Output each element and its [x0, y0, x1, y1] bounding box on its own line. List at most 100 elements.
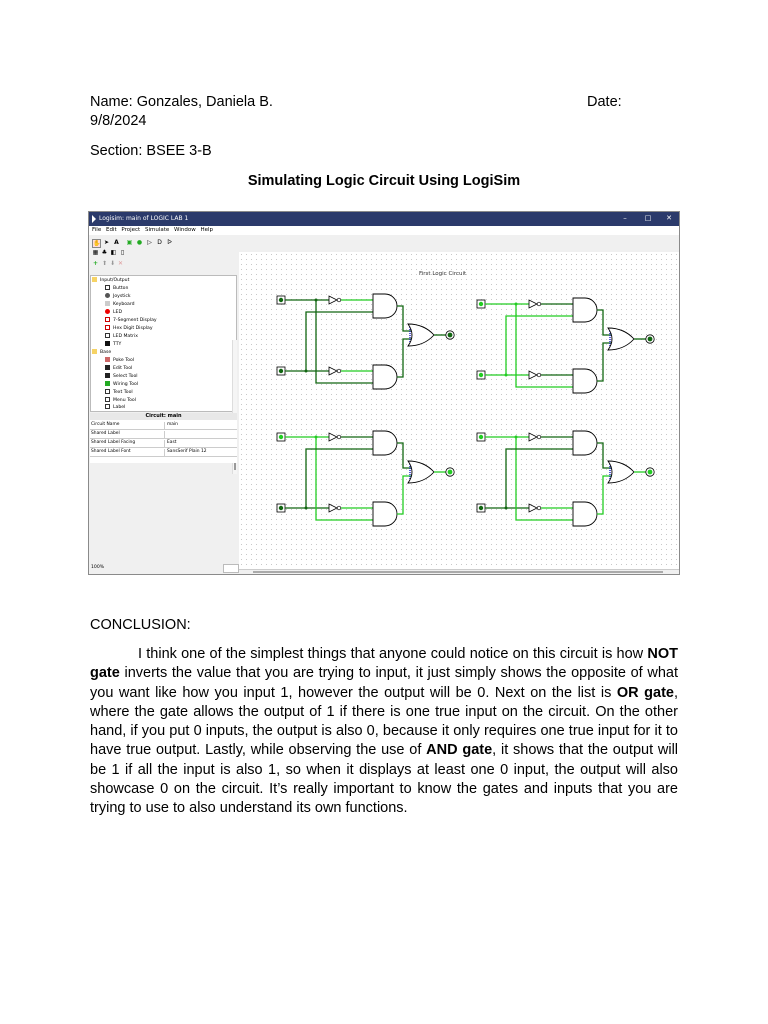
tree-item-tty[interactable]: TTY — [105, 341, 121, 348]
junction — [314, 435, 318, 439]
property-key: Circuit Name — [91, 422, 120, 427]
tree-item-led-matrix[interactable]: LED Matrix — [105, 333, 138, 340]
property-value[interactable]: East — [164, 440, 176, 447]
not-gate — [328, 366, 338, 376]
not-gate — [528, 503, 538, 513]
add-circuit-icon[interactable]: + — [92, 260, 99, 267]
not-gate — [528, 432, 538, 442]
move-down-icon[interactable]: ⬇ — [109, 260, 116, 267]
menu-project[interactable]: Project — [121, 227, 140, 233]
and-gate-icon[interactable]: D — [156, 239, 163, 246]
menu-help[interactable]: Help — [200, 227, 213, 233]
text-tool-icon[interactable]: A — [113, 239, 120, 246]
select-tool-icon[interactable]: ➤ — [103, 239, 110, 246]
text-a-icon — [105, 389, 110, 394]
canvas-scrollbar[interactable] — [239, 569, 679, 574]
move-up-icon[interactable]: ⬆ — [101, 260, 108, 267]
folder-input-output[interactable]: Input/Output — [92, 277, 129, 284]
scrollbar-thumb[interactable] — [253, 571, 663, 573]
tree-item-button[interactable]: Button — [105, 285, 128, 292]
tree-item-text[interactable]: Text Tool — [105, 389, 133, 396]
tree-item-poke[interactable]: Poke Tool — [105, 357, 134, 364]
property-value[interactable] — [164, 431, 167, 438]
tree-item-label: Edit Tool — [113, 366, 133, 371]
not-bubble — [336, 434, 342, 440]
input-pin-b-state — [478, 372, 484, 378]
menu-window[interactable]: Window — [174, 227, 196, 233]
menu-file[interactable]: File — [92, 227, 101, 233]
simulate-icon[interactable]: ▦ — [92, 249, 99, 256]
property-value[interactable]: SansSerif Plain 12 — [164, 449, 207, 456]
input-pin-a-state — [278, 297, 284, 303]
menu-edit[interactable]: Edit — [106, 227, 117, 233]
input-pin-a-state — [278, 434, 284, 440]
input-pin-a-state — [478, 301, 484, 307]
document-title: Simulating Logic Circuit Using LogiSim — [247, 173, 521, 189]
window-title: Logisim: main of LOGIC LAB 1 — [99, 215, 189, 222]
not-gate-icon[interactable]: ▷ — [146, 239, 153, 246]
tree-item-select[interactable]: Select Tool — [105, 373, 138, 380]
tree-item-label: Wiring Tool — [113, 382, 139, 387]
poke-tool-icon[interactable]: ✋ — [92, 239, 101, 248]
tree-item-label: TTY — [113, 342, 122, 347]
property-row[interactable]: Shared Label Facing East — [90, 439, 237, 448]
junction — [504, 506, 508, 510]
property-value[interactable]: main — [164, 422, 178, 429]
maximize-button[interactable]: □ — [642, 214, 654, 222]
zoom-level: 100% — [91, 565, 105, 570]
tree-item-7seg[interactable]: 7-Segment Display — [105, 317, 157, 324]
layout-icon[interactable]: ◧ — [110, 249, 117, 256]
not-bubble — [336, 297, 342, 303]
tree-item-joystick[interactable]: Joystick — [105, 293, 131, 300]
output-pin-icon[interactable]: ● — [136, 239, 143, 246]
appearance-icon[interactable]: ▯ — [119, 249, 126, 256]
tree-item-menu[interactable]: Menu Tool — [105, 397, 136, 404]
component-explorer: Input/Output Button Joystick Keyboard LE… — [90, 275, 237, 474]
folder-icon — [92, 277, 97, 282]
junction — [304, 506, 308, 510]
tree-item-edit[interactable]: Edit Tool — [105, 365, 132, 372]
minimize-button[interactable]: – — [619, 214, 631, 222]
not-gate — [328, 432, 338, 442]
property-row[interactable]: Shared Label — [90, 430, 237, 439]
delete-circuit-icon[interactable]: ✕ — [117, 260, 124, 267]
conclusion-text: I think one of the simplest things that … — [138, 646, 648, 662]
folder-label: Input/Output — [100, 278, 130, 283]
logisim-screenshot: Logisim: main of LOGIC LAB 1 – □ ✕ File … — [88, 211, 680, 575]
property-key: Shared Label Facing — [91, 440, 136, 445]
tree-item-label-tool[interactable]: Label — [105, 404, 125, 411]
menu-simulate[interactable]: Simulate — [145, 227, 169, 233]
and-gate-2 — [572, 368, 598, 394]
circuit-diagram: First Logic Circuit — [276, 271, 655, 527]
tree-item-label: Keyboard — [113, 302, 135, 307]
led-matrix-icon — [105, 333, 110, 338]
or-gate-term: OR gate — [616, 684, 674, 701]
folder-base[interactable]: Base — [92, 349, 111, 356]
tree-item-keyboard[interactable]: Keyboard — [105, 301, 135, 308]
button-icon — [105, 285, 110, 290]
close-button[interactable]: ✕ — [663, 214, 675, 222]
wiring-icon — [105, 381, 110, 386]
or-gate — [607, 460, 635, 484]
not-bubble — [536, 372, 542, 378]
zoom-control[interactable] — [223, 564, 239, 573]
output-pin-state — [447, 469, 453, 475]
section-line: Section: BSEE 3-B — [90, 143, 212, 159]
tree-item-led[interactable]: LED — [105, 309, 122, 316]
tree-item-wiring[interactable]: Wiring Tool — [105, 381, 138, 388]
circuit-canvas[interactable]: First Logic Circuit — [239, 252, 679, 570]
property-key: Shared Label — [91, 431, 120, 436]
tree-item-label: Label — [113, 405, 126, 410]
and-gate-term: AND gate — [426, 742, 493, 759]
date-label: Date: — [587, 94, 622, 110]
folder-label: Base — [100, 350, 112, 355]
property-row[interactable]: Shared Label Font SansSerif Plain 12 — [90, 448, 237, 457]
property-row[interactable]: Circuit Name main — [90, 421, 237, 430]
tree-item-hex[interactable]: Hex Digit Display — [105, 325, 153, 332]
input-pin-icon[interactable]: ▣ — [126, 239, 133, 246]
tree-icon[interactable]: ♣ — [101, 249, 108, 256]
output-pin-state — [647, 469, 653, 475]
or-gate-icon[interactable]: ᐅ — [166, 239, 173, 246]
junction — [514, 435, 518, 439]
tree-item-label: Joystick — [113, 294, 131, 299]
